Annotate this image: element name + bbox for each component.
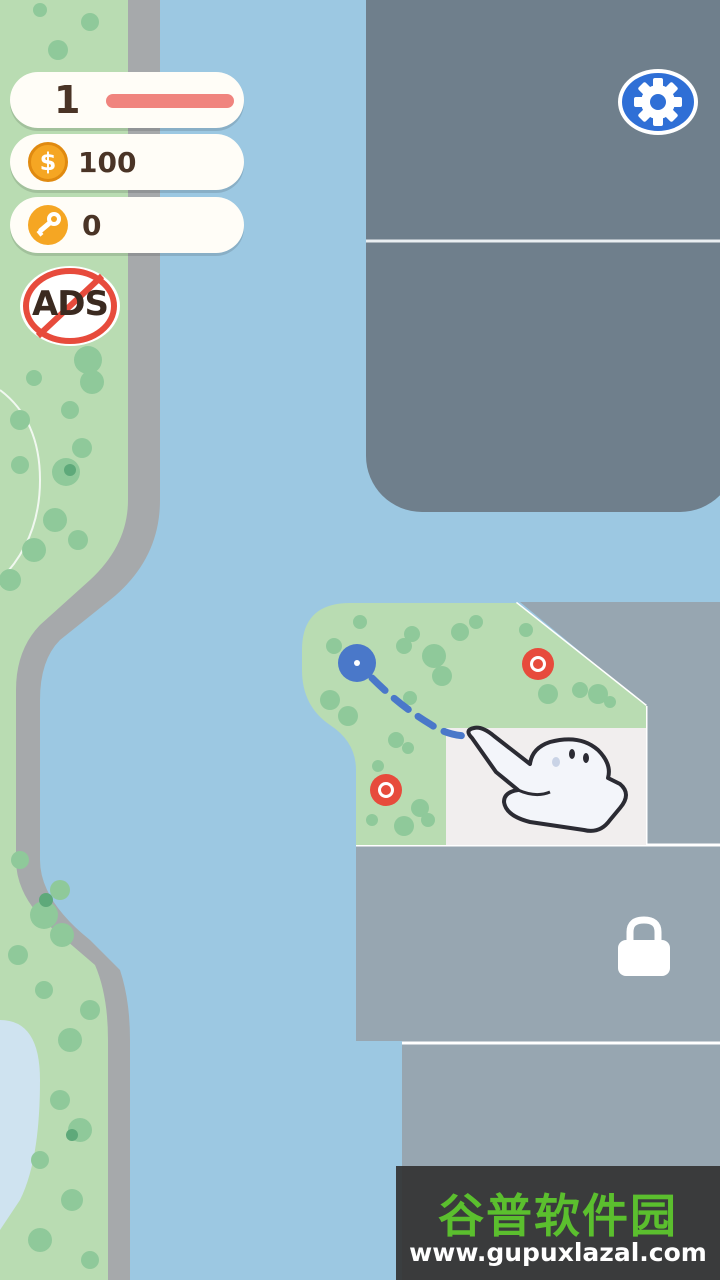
level-pill: 1 xyxy=(10,72,244,128)
coins-count: 100 xyxy=(78,146,137,179)
key-icon xyxy=(28,205,68,245)
watermark-url: www.gupuxlazal.com xyxy=(409,1238,707,1267)
coin-icon: $ xyxy=(28,142,68,182)
start-node[interactable] xyxy=(338,644,376,682)
lock-icon[interactable] xyxy=(612,916,676,978)
target-node[interactable] xyxy=(370,774,402,806)
level-number: 1 xyxy=(54,78,81,122)
no-ads-button[interactable]: ADS xyxy=(18,264,122,348)
no-ads-label: ADS xyxy=(31,284,109,324)
level-progress-bar xyxy=(106,94,234,108)
game-map xyxy=(0,0,720,1280)
watermark-site-name: 谷普软件园 xyxy=(438,1189,678,1243)
gear-icon xyxy=(618,69,698,135)
coins-pill: $ 100 xyxy=(10,134,244,190)
keys-pill: 0 xyxy=(10,197,244,253)
keys-count: 0 xyxy=(82,209,102,242)
target-node[interactable] xyxy=(522,648,554,680)
watermark: 谷普软件园 www.gupuxlazal.com xyxy=(396,1166,720,1280)
pointing-hand-icon xyxy=(460,718,636,842)
settings-button[interactable] xyxy=(616,68,700,136)
